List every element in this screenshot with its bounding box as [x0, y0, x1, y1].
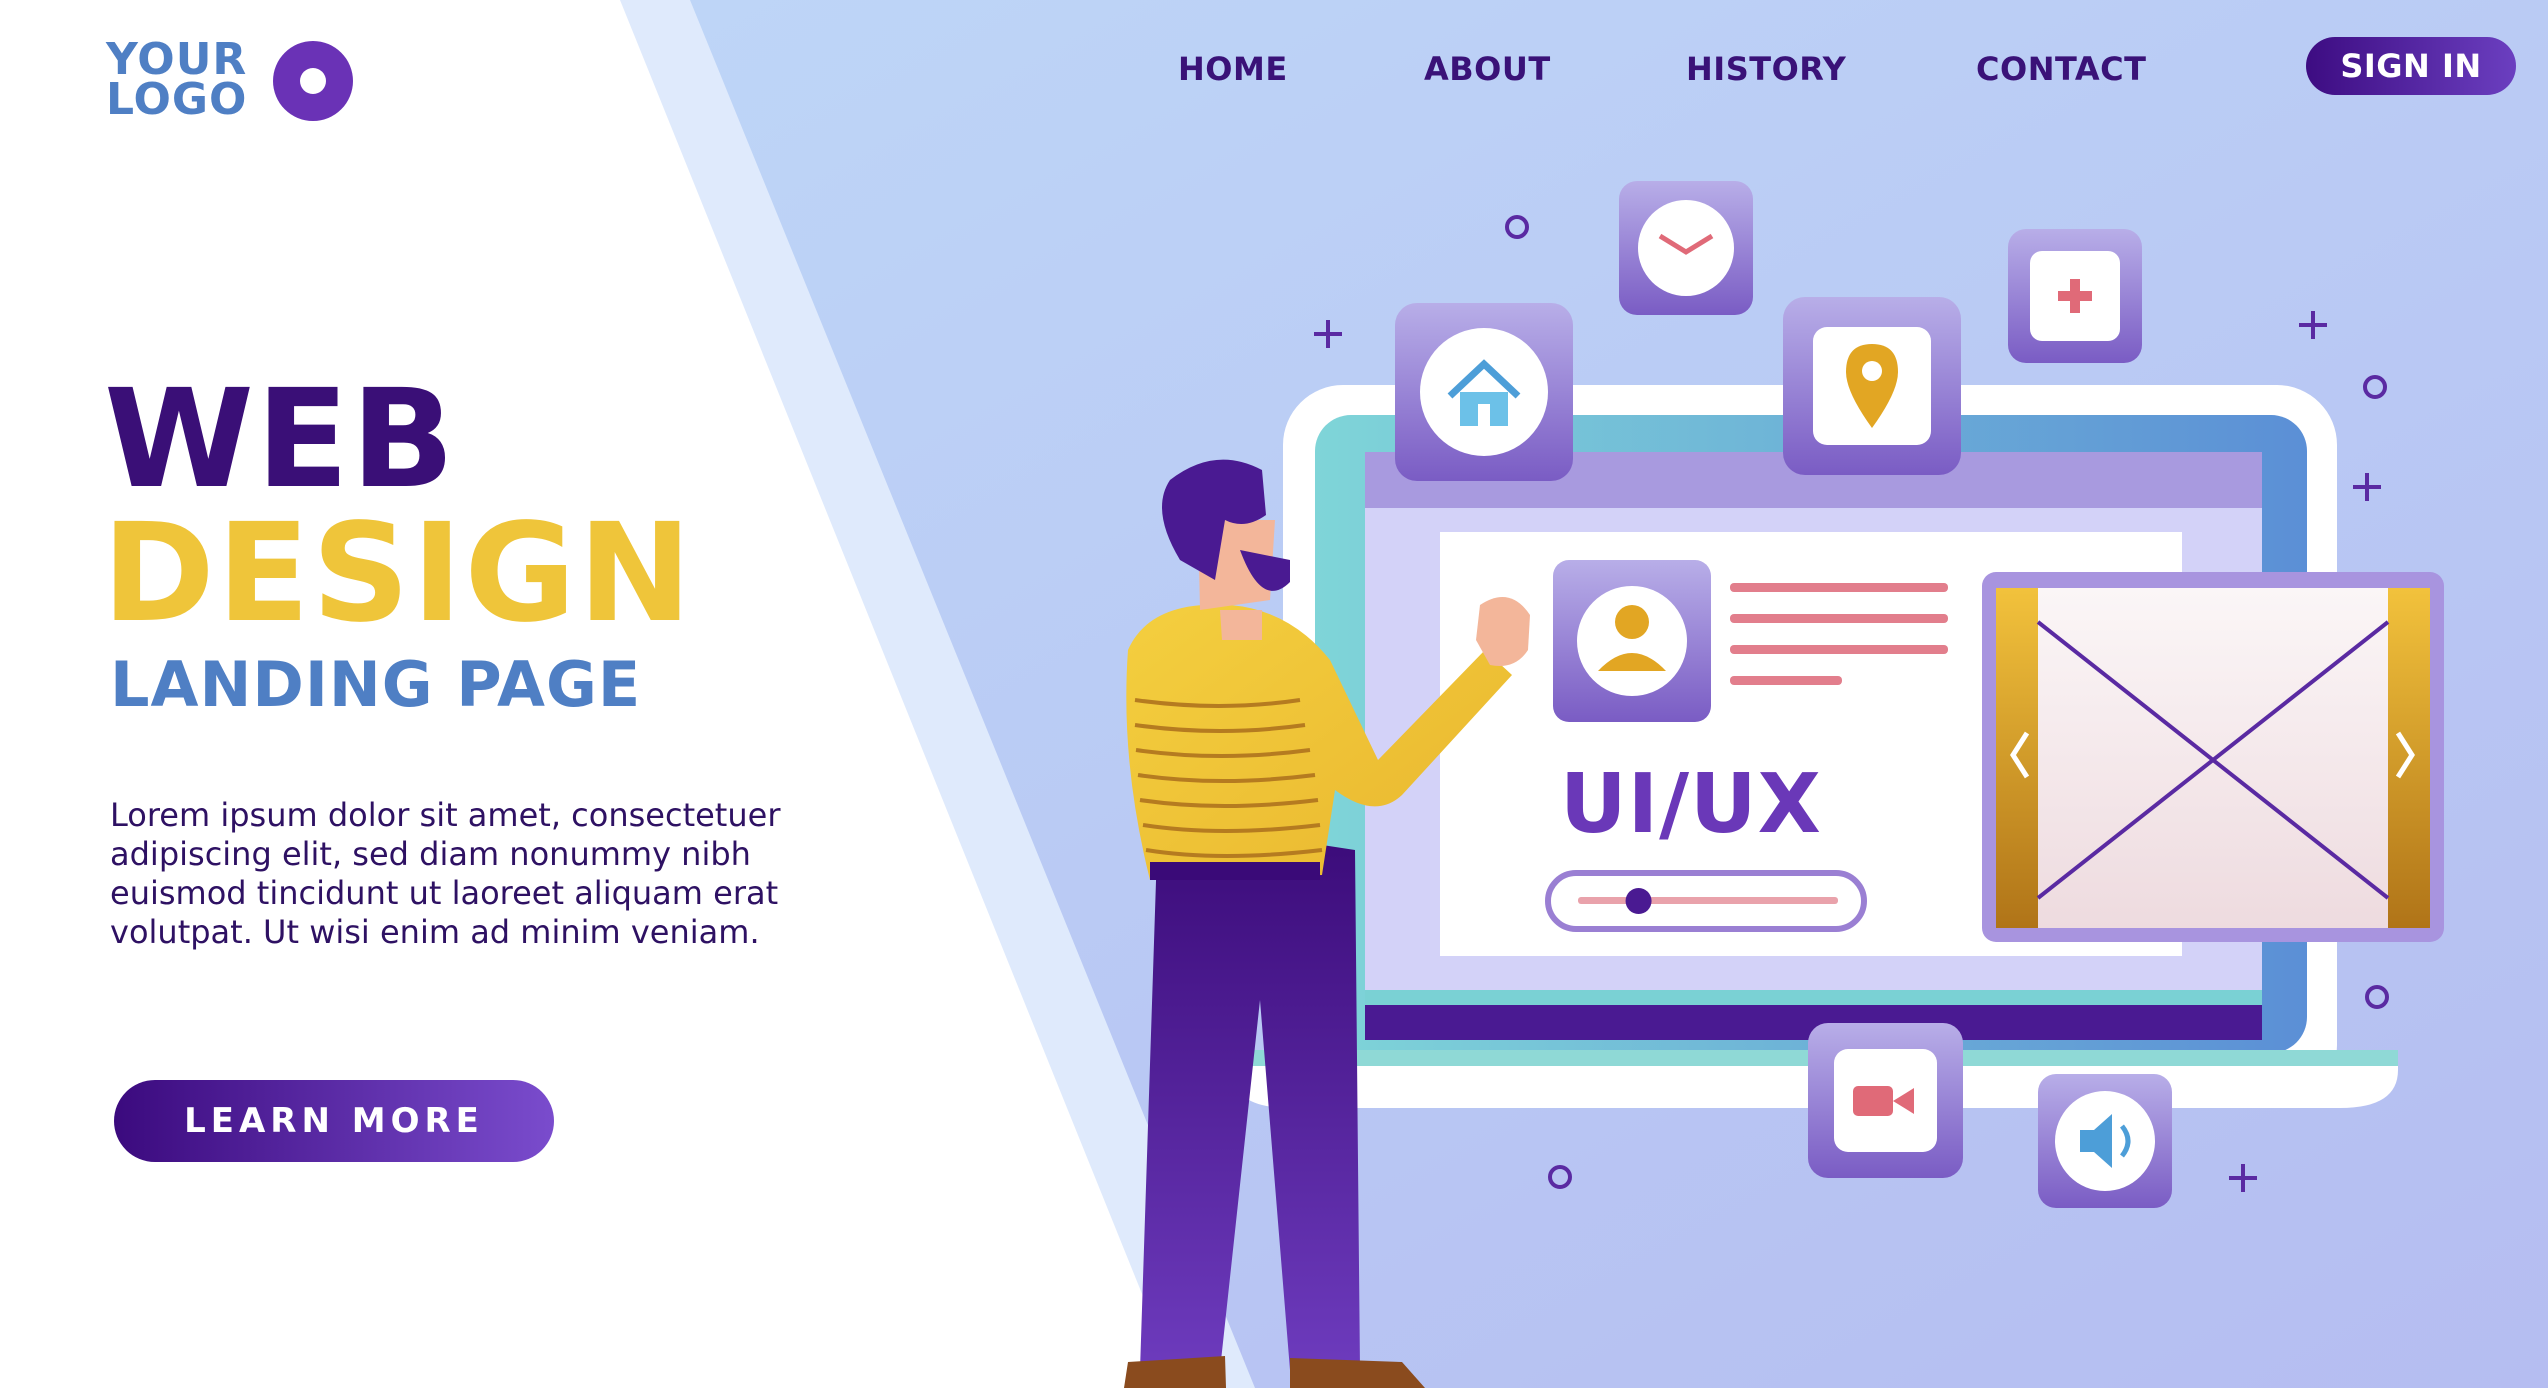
nav-history[interactable]: HISTORY — [1686, 50, 1846, 88]
speaker-icon — [2038, 1074, 2172, 1208]
hero-subtitle: LANDING PAGE — [110, 648, 642, 721]
house-icon — [1395, 303, 1573, 481]
hero-body-text: Lorem ipsum dolor sit amet, consectetuer… — [110, 796, 781, 951]
learn-more-button[interactable]: LEARN MORE — [114, 1080, 554, 1162]
clock-icon — [1619, 181, 1753, 315]
logo-line-2: LOGO — [106, 74, 248, 125]
nav-contact[interactable]: CONTACT — [1976, 50, 2146, 88]
nav-about[interactable]: ABOUT — [1424, 50, 1551, 88]
location-pin-icon — [1783, 297, 1961, 475]
hero-title-line-2: DESIGN — [102, 495, 694, 653]
nav-home[interactable]: HOME — [1178, 50, 1288, 88]
logo-text[interactable]: YOUR LOGO — [106, 38, 248, 125]
slider-knob — [1625, 888, 1652, 914]
logo-mark-icon[interactable] — [273, 41, 353, 121]
sign-in-button[interactable]: SIGN IN — [2306, 37, 2516, 95]
image-carousel — [1982, 572, 2444, 942]
screen-label: UI/UX — [1560, 757, 1822, 852]
video-camera-icon — [1808, 1023, 1963, 1178]
ui-slider — [1545, 870, 1867, 932]
plus-icon — [2008, 229, 2142, 363]
hero-title-line-1: WEB — [104, 361, 457, 519]
